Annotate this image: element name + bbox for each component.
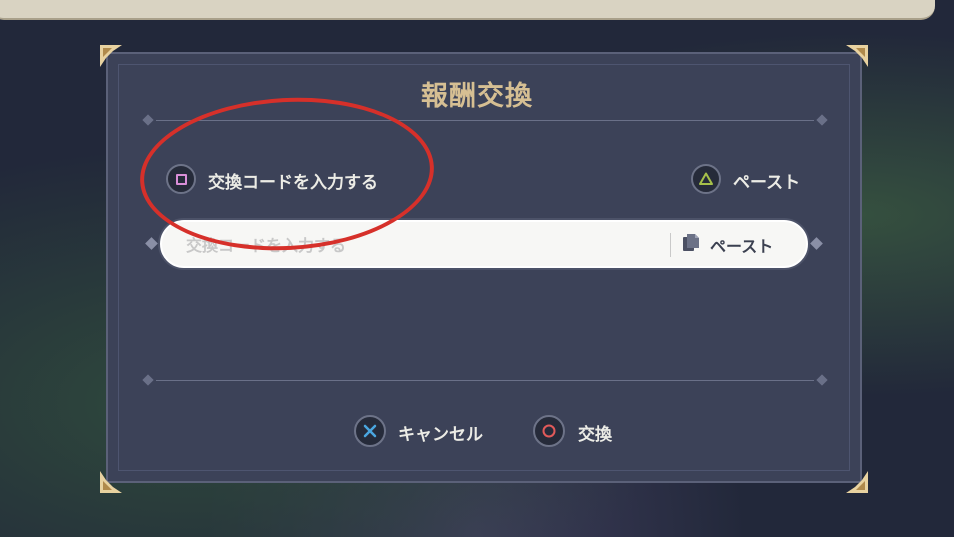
corner-ornament-icon xyxy=(844,469,870,495)
dialog-title: 報酬交換 xyxy=(421,81,533,112)
clipboard-icon xyxy=(682,233,700,257)
background-top-panel xyxy=(0,0,935,20)
corner-ornament-icon xyxy=(98,469,124,495)
bottom-divider xyxy=(142,374,828,386)
paste-button-label: ペースト xyxy=(710,237,774,256)
triangle-button-icon[interactable] xyxy=(691,164,721,194)
circle-button-icon[interactable] xyxy=(533,415,565,447)
input-separator xyxy=(670,233,671,257)
paste-top-label[interactable]: ペースト xyxy=(733,168,800,193)
cross-button-icon[interactable] xyxy=(354,415,386,447)
paste-button[interactable]: ペースト xyxy=(682,231,773,259)
corner-ornament-icon xyxy=(98,43,124,69)
exchange-label[interactable]: 交換 xyxy=(578,420,612,445)
corner-ornament-icon xyxy=(844,43,870,69)
cancel-label[interactable]: キャンセル xyxy=(398,420,483,445)
